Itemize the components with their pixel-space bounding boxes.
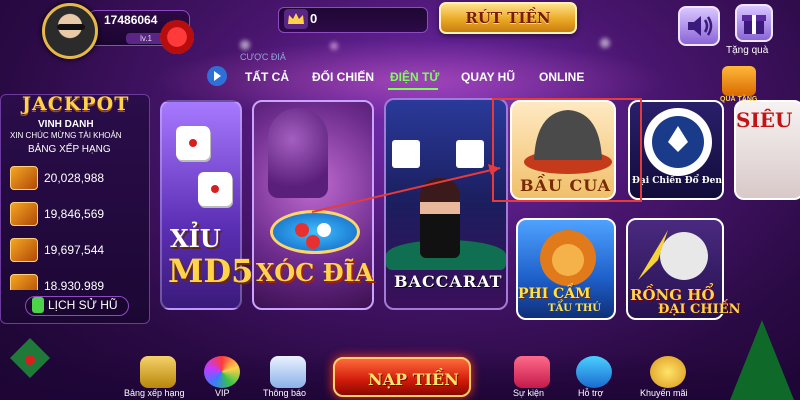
bottom-nav-label: Khuyến mãi <box>640 388 688 398</box>
annotation-arrow <box>311 164 501 213</box>
holly-decoration-icon <box>10 338 50 378</box>
bottom-nav-label: Bảng xếp hạng <box>124 388 185 398</box>
christmas-tree-icon <box>730 320 794 400</box>
bottom-nav-label: Thông báo <box>263 388 307 398</box>
bottom-nav-label: Sự kiện <box>513 388 545 398</box>
notification-icon[interactable] <box>270 356 306 388</box>
deposit-label: NẠP TIỀN <box>368 370 459 389</box>
bottom-nav-label: VIP <box>215 388 230 398</box>
support-icon[interactable] <box>576 356 612 388</box>
vip-wheel-icon[interactable] <box>204 356 240 388</box>
leaderboard-icon[interactable] <box>140 356 176 388</box>
bottom-nav-label: Hỗ trợ <box>578 388 604 398</box>
event-gift-icon[interactable] <box>514 356 550 388</box>
promotion-coin-icon[interactable] <box>650 356 686 388</box>
